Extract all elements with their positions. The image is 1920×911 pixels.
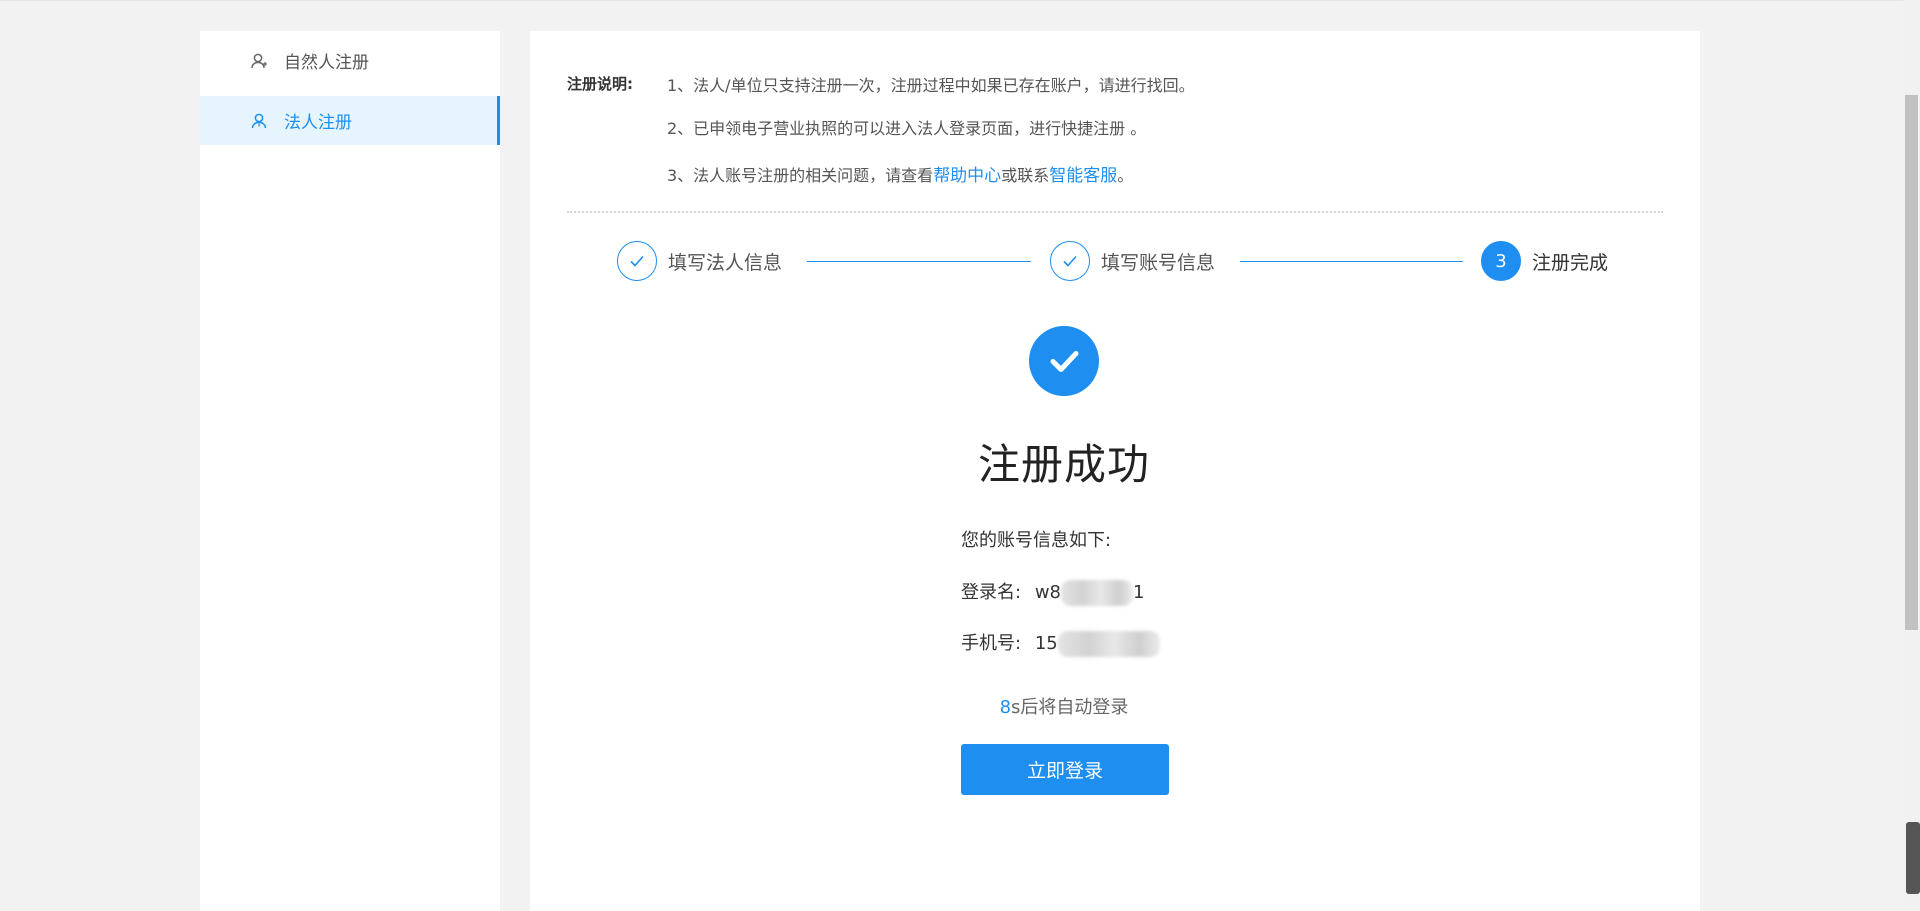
- login-name-prefix: w8: [1034, 582, 1061, 603]
- note-text: 3、法人账号注册的相关问题，请查看: [667, 166, 934, 185]
- divider: [567, 211, 1663, 213]
- top-border: [0, 0, 1920, 1]
- phone-label: 手机号:: [961, 633, 1022, 654]
- help-center-link[interactable]: 帮助中心: [933, 166, 1001, 186]
- step-connector: [807, 261, 1031, 262]
- step-connector: [1240, 261, 1463, 262]
- step-fill-account-info: 填写账号信息: [1050, 241, 1215, 281]
- note-text: 。: [1117, 166, 1134, 185]
- phone-prefix: 15: [1034, 633, 1058, 654]
- sidebar-item-label: 法人注册: [284, 113, 352, 133]
- success-check-icon: [1029, 326, 1099, 396]
- sidebar: 自然人注册 法人注册: [200, 31, 500, 911]
- smart-service-link[interactable]: 智能客服: [1049, 166, 1117, 186]
- countdown-number: 8: [999, 697, 1012, 718]
- sidebar-item-label: 自然人注册: [284, 53, 369, 73]
- sidebar-item-legal-person[interactable]: 法人注册: [200, 96, 500, 145]
- notes-label: 注册说明:: [567, 75, 633, 93]
- floating-widget[interactable]: [1906, 822, 1920, 894]
- scrollbar-thumb[interactable]: [1905, 95, 1918, 630]
- login-name-suffix: 1: [1133, 582, 1145, 603]
- check-icon: [1050, 241, 1090, 281]
- main-panel: 注册说明: 1、法人/单位只支持注册一次，注册过程中如果已存在账户，请进行找回。…: [530, 31, 1700, 911]
- progress-steps: 填写法人信息 填写账号信息 3 注册完成: [530, 241, 1700, 285]
- note-line-2: 2、已申领电子营业执照的可以进入法人登录页面，进行快捷注册 。: [667, 119, 1147, 138]
- sidebar-item-natural-person[interactable]: 自然人注册: [200, 36, 500, 85]
- check-icon: [617, 241, 657, 281]
- user-icon: [250, 52, 268, 70]
- step-fill-legal-info: 填写法人信息: [617, 241, 782, 281]
- auto-login-countdown: 8s后将自动登录: [530, 693, 1598, 719]
- note-line-3: 3、法人账号注册的相关问题，请查看帮助中心或联系智能客服。: [667, 161, 1133, 186]
- step-label: 填写法人信息: [668, 251, 783, 274]
- login-name-label: 登录名:: [961, 582, 1022, 603]
- step-number: 3: [1481, 241, 1521, 281]
- account-info-intro: 您的账号信息如下:: [961, 530, 1112, 551]
- login-now-button[interactable]: 立即登录: [961, 744, 1169, 795]
- scrollbar[interactable]: [1903, 0, 1920, 902]
- countdown-text: s后将自动登录: [1011, 697, 1129, 718]
- note-text: 或联系: [1001, 166, 1050, 185]
- step-label: 注册完成: [1532, 251, 1609, 274]
- step-label: 填写账号信息: [1101, 251, 1216, 274]
- success-title: 注册成功: [977, 440, 1150, 489]
- user-icon: [250, 112, 268, 130]
- redacted-blur: [1057, 631, 1160, 657]
- note-line-1: 1、法人/单位只支持注册一次，注册过程中如果已存在账户，请进行找回。: [667, 76, 1195, 95]
- phone-value: 15: [1034, 631, 1160, 657]
- redacted-blur: [1061, 580, 1133, 606]
- login-name-value: w8 1: [1034, 580, 1145, 606]
- login-name-row: 登录名: w8 1: [961, 578, 1144, 606]
- step-registration-complete: 3 注册完成: [1481, 241, 1608, 281]
- phone-row: 手机号: 15: [961, 629, 1160, 657]
